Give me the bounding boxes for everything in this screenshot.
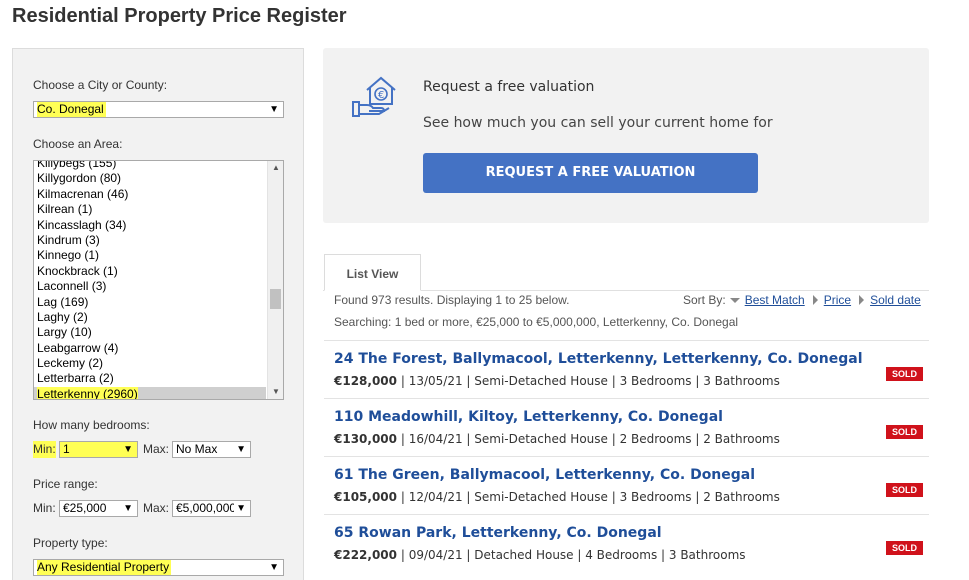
price-label: Price range: xyxy=(33,477,98,491)
chevron-down-icon: ▼ xyxy=(269,562,279,573)
valuation-subtitle: See how much you can sell your current h… xyxy=(423,115,773,131)
filter-panel: Choose a City or County: Co. Donegal ▼ C… xyxy=(12,48,304,580)
valuation-card: € Request a free valuation See how much … xyxy=(323,48,929,223)
city-label: Choose a City or County: xyxy=(33,78,168,92)
result-row: 24 The Forest, Ballymacool, Letterkenny,… xyxy=(324,340,929,398)
area-option[interactable]: Knockbrack (1) xyxy=(34,264,266,279)
result-meta: | 09/04/21 | Detached House | 4 Bedrooms… xyxy=(397,548,746,562)
page-title: Residential Property Price Register xyxy=(12,5,347,27)
area-option[interactable]: Leabgarrow (4) xyxy=(34,341,266,356)
area-option[interactable]: Letterbarra (2) xyxy=(34,371,266,386)
result-details: €128,000 | 13/05/21 | Semi-Detached Hous… xyxy=(334,374,780,388)
result-price: €130,000 xyxy=(334,432,398,446)
result-price: €105,000 xyxy=(334,490,398,504)
results-count: Found 973 results. Displaying 1 to 25 be… xyxy=(334,293,570,307)
sort-label: Sort By: xyxy=(683,293,726,307)
sort-by: Sort By: Best Match Price Sold date xyxy=(683,293,921,307)
area-option[interactable]: Kincasslagh (34) xyxy=(34,218,266,233)
sort-price-link[interactable]: Price xyxy=(824,293,851,307)
sold-badge: SOLD xyxy=(886,541,923,555)
sort-sold-date-link[interactable]: Sold date xyxy=(870,293,921,307)
price-max-value: €5,000,000 xyxy=(176,501,234,515)
result-details: €222,000 | 09/04/21 | Detached House | 4… xyxy=(334,548,746,562)
bedrooms-label: How many bedrooms: xyxy=(33,418,150,432)
area-scrollbar[interactable]: ▲ ▼ xyxy=(267,161,283,399)
type-label: Property type: xyxy=(33,536,108,550)
area-option[interactable]: Kinnego (1) xyxy=(34,248,266,263)
result-details: €130,000 | 16/04/21 | Semi-Detached Hous… xyxy=(334,432,780,446)
chevron-down-icon: ▼ xyxy=(269,104,279,115)
area-option[interactable]: Kilmacrenan (46) xyxy=(34,187,266,202)
price-max-select[interactable]: €5,000,000 ▼ xyxy=(172,500,251,517)
area-option[interactable]: Killygordon (80) xyxy=(34,171,266,186)
chevron-down-icon: ▼ xyxy=(236,503,246,514)
scroll-thumb[interactable] xyxy=(270,289,281,309)
result-meta: | 16/04/21 | Semi-Detached House | 2 Bed… xyxy=(397,432,780,446)
bedrooms-max-select[interactable]: No Max ▼ xyxy=(172,441,251,458)
type-select[interactable]: Any Residential Property ▼ xyxy=(33,559,284,576)
area-option[interactable]: Lag (169) xyxy=(34,295,266,310)
price-min-label: Min: xyxy=(33,501,56,515)
sold-badge: SOLD xyxy=(886,483,923,497)
result-address-link[interactable]: 24 The Forest, Ballymacool, Letterkenny,… xyxy=(334,351,863,367)
price-max-label: Max: xyxy=(143,501,170,515)
area-option[interactable]: Laconnell (3) xyxy=(34,279,266,294)
bedrooms-min-select[interactable]: 1 ▼ xyxy=(59,441,138,458)
result-meta: | 13/05/21 | Semi-Detached House | 3 Bed… xyxy=(397,374,780,388)
area-option[interactable]: Killybegs (155) xyxy=(34,161,266,171)
result-address-link[interactable]: 110 Meadowhill, Kiltoy, Letterkenny, Co.… xyxy=(334,409,723,425)
bedrooms-max-value: No Max xyxy=(176,442,218,456)
area-option-label: Letterkenny (2960) xyxy=(37,386,138,400)
bedrooms-min-label: Min: xyxy=(33,441,56,458)
sold-badge: SOLD xyxy=(886,425,923,439)
bedrooms-max-label: Max: xyxy=(143,442,170,456)
result-row: 61 The Green, Ballymacool, Letterkenny, … xyxy=(324,456,929,514)
result-meta: | 12/04/21 | Semi-Detached House | 3 Bed… xyxy=(397,490,780,504)
bedrooms-min-value: 1 xyxy=(63,442,70,456)
search-summary: Searching: 1 bed or more, €25,000 to €5,… xyxy=(334,315,739,329)
result-address-link[interactable]: 61 The Green, Ballymacool, Letterkenny, … xyxy=(334,467,755,483)
result-row: 65 Rowan Park, Letterkenny, Co. Donegal … xyxy=(324,514,929,572)
caret-right-icon xyxy=(859,295,865,305)
area-option[interactable]: Letterkenny (2960) xyxy=(34,386,266,400)
caret-right-icon xyxy=(812,295,818,305)
result-address-link[interactable]: 65 Rowan Park, Letterkenny, Co. Donegal xyxy=(334,525,662,541)
results-list: 24 The Forest, Ballymacool, Letterkenny,… xyxy=(324,340,929,572)
chevron-down-icon: ▼ xyxy=(123,444,133,455)
area-listbox[interactable]: Killybegs (155) Killygordon (80) Kilmacren… xyxy=(33,160,284,400)
caret-down-icon xyxy=(729,297,740,303)
area-option[interactable]: Kilrean (1) xyxy=(34,202,266,217)
result-price: €222,000 xyxy=(334,548,398,562)
chevron-down-icon: ▼ xyxy=(236,444,246,455)
result-details: €105,000 | 12/04/21 | Semi-Detached Hous… xyxy=(334,490,780,504)
area-option[interactable]: Kindrum (3) xyxy=(34,233,266,248)
area-option[interactable]: Largy (10) xyxy=(34,325,266,340)
result-row: 110 Meadowhill, Kiltoy, Letterkenny, Co.… xyxy=(324,398,929,456)
area-label: Choose an Area: xyxy=(33,137,123,151)
tab-list-view[interactable]: List View xyxy=(324,254,421,291)
price-min-value: €25,000 xyxy=(63,501,107,515)
area-option[interactable]: Leckemy (2) xyxy=(34,356,266,371)
scroll-up-icon[interactable]: ▲ xyxy=(268,161,283,175)
valuation-title: Request a free valuation xyxy=(423,79,595,95)
city-select[interactable]: Co. Donegal ▼ xyxy=(33,101,284,118)
area-option[interactable]: Laghy (2) xyxy=(34,310,266,325)
chevron-down-icon: ▼ xyxy=(123,503,133,514)
sort-best-match-link[interactable]: Best Match xyxy=(745,293,805,307)
sold-badge: SOLD xyxy=(886,367,923,381)
svg-text:€: € xyxy=(378,90,384,101)
request-valuation-button[interactable]: REQUEST A FREE VALUATION xyxy=(423,153,758,193)
house-hand-euro-icon: € xyxy=(352,76,396,117)
area-options: Killybegs (155) Killygordon (80) Kilmacren… xyxy=(34,161,266,400)
city-select-value: Co. Donegal xyxy=(37,102,106,117)
result-price: €128,000 xyxy=(334,374,398,388)
type-select-value: Any Residential Property xyxy=(37,560,172,575)
scroll-down-icon[interactable]: ▼ xyxy=(268,385,283,399)
price-min-select[interactable]: €25,000 ▼ xyxy=(59,500,138,517)
